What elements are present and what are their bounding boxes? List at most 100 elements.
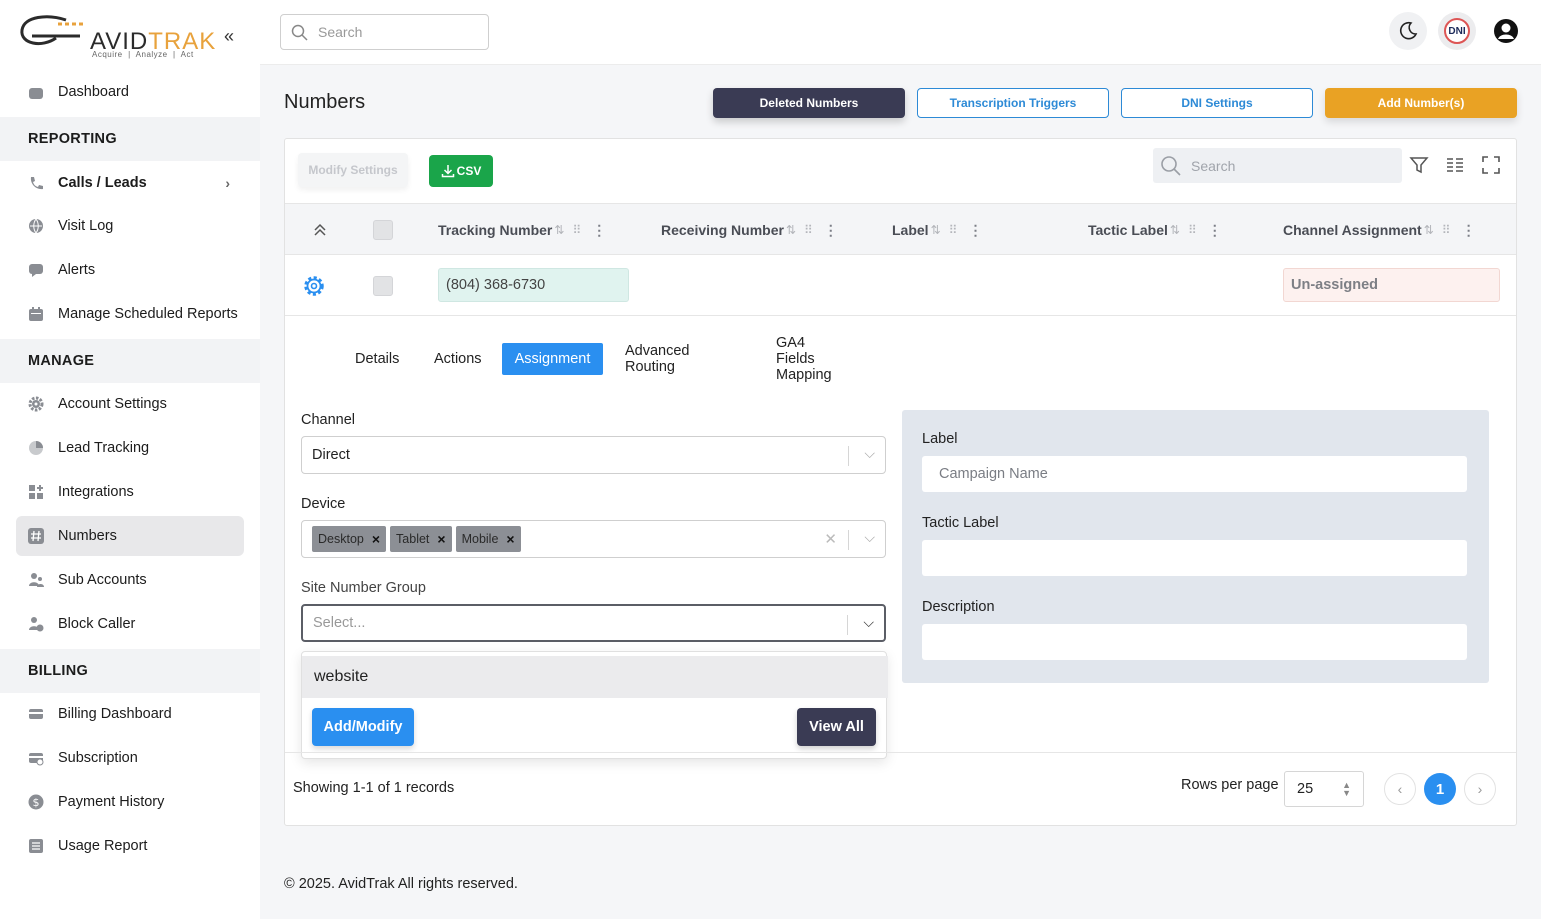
drag-handle-icon: ⠿: [804, 223, 813, 237]
sidebar-item-numbers[interactable]: Numbers: [16, 516, 244, 556]
top-bar: Search DNI: [260, 0, 1541, 65]
remove-chip-icon[interactable]: ×: [372, 531, 380, 547]
avidtrak-logo[interactable]: AVIDTRAK Acquire | Analyze | Act: [18, 10, 218, 62]
tab-ga4-fields-mapping[interactable]: GA4 Fields Mapping: [762, 335, 846, 383]
section-reporting: REPORTING: [0, 117, 260, 161]
column-tracking-number[interactable]: Tracking Number ⇅ ⠿ ⋮: [438, 204, 606, 256]
clear-icon[interactable]: ✕: [824, 530, 837, 548]
channel-assignment-cell[interactable]: Un-assigned: [1283, 268, 1500, 302]
tab-assignment[interactable]: Assignment: [502, 343, 603, 375]
add-modify-button[interactable]: Add/Modify: [312, 708, 414, 746]
home-icon: [28, 84, 44, 100]
column-menu-icon: ⋮: [592, 221, 607, 238]
device-chip-tablet: Tablet ×: [390, 526, 452, 552]
label-input-placeholder: Campaign Name: [939, 466, 1048, 482]
sidebar-item-label: Lead Tracking: [58, 440, 150, 456]
sidebar-item-subscription[interactable]: Subscription: [16, 738, 244, 778]
view-all-button[interactable]: View All: [797, 708, 876, 746]
column-menu-icon: ⋮: [1461, 221, 1476, 238]
device-label: Device: [301, 496, 346, 512]
column-receiving-number[interactable]: Receiving Number ⇅ ⠿ ⋮: [661, 204, 838, 256]
dni-button[interactable]: DNI: [1438, 12, 1476, 50]
logo-tagline: Acquire | Analyze | Act: [92, 50, 194, 59]
table-footer-divider: [285, 752, 1516, 753]
dollar-icon: $: [28, 794, 44, 810]
tracking-number-cell[interactable]: (804) 368-6730: [438, 268, 629, 302]
page-button-1[interactable]: 1: [1424, 773, 1456, 805]
table-header: Tracking Number ⇅ ⠿ ⋮ Receiving Number ⇅ ⠿ ⋮ L…: [285, 203, 1516, 255]
transcription-triggers-button[interactable]: Transcription Triggers: [917, 88, 1109, 118]
site-number-group-dropdown: website Add/Modify View All: [301, 651, 888, 759]
remove-chip-icon[interactable]: ×: [437, 531, 445, 547]
tab-advanced-routing[interactable]: Advanced Routing: [611, 343, 704, 375]
dni-settings-button[interactable]: DNI Settings: [1121, 88, 1313, 118]
sidebar-item-scheduled-reports[interactable]: Manage Scheduled Reports: [16, 294, 244, 334]
filter-icon[interactable]: [1408, 154, 1430, 176]
sidebar-item-label: Billing Dashboard: [58, 706, 172, 722]
csv-export-button[interactable]: CSV: [429, 155, 493, 187]
dropdown-option-website[interactable]: website: [302, 656, 888, 698]
sidebar-item-payment-history[interactable]: $ Payment History: [16, 782, 244, 822]
sidebar-item-block-caller[interactable]: Block Caller: [16, 604, 244, 644]
sidebar-item-integrations[interactable]: Integrations: [16, 472, 244, 512]
row-select-checkbox[interactable]: [373, 276, 393, 296]
sidebar-item-account-settings[interactable]: Account Settings: [16, 384, 244, 424]
add-numbers-button[interactable]: Add Number(s): [1325, 88, 1517, 118]
sort-icon: ⇅: [1423, 223, 1434, 237]
modify-settings-button[interactable]: Modify Settings: [298, 153, 408, 187]
chevron-right-icon: ›: [225, 175, 230, 191]
sidebar-item-visit-log[interactable]: Visit Log: [16, 206, 244, 246]
column-menu-icon: ⋮: [968, 221, 983, 238]
site-number-group-select[interactable]: Select... ⌵: [301, 604, 886, 642]
copyright-footer: © 2025. AvidTrak All rights reserved.: [284, 876, 518, 892]
tactic-label-input[interactable]: [922, 540, 1467, 576]
fullscreen-icon[interactable]: [1480, 154, 1502, 176]
sidebar-item-dashboard[interactable]: Dashboard: [16, 72, 244, 112]
sidebar-item-lead-tracking[interactable]: Lead Tracking: [16, 428, 244, 468]
sidebar: AVIDTRAK Acquire | Analyze | Act « Dashb…: [0, 0, 260, 919]
rows-per-page-select[interactable]: 25 ▲ ▼: [1284, 771, 1364, 807]
dark-mode-toggle[interactable]: [1389, 12, 1427, 50]
select-all-checkbox[interactable]: [373, 204, 393, 256]
pie-chart-icon: [28, 440, 44, 456]
section-billing: BILLING: [0, 649, 260, 693]
row-settings-gear-icon[interactable]: [303, 275, 325, 300]
column-menu-icon: ⋮: [823, 221, 838, 238]
tab-actions[interactable]: Actions: [420, 343, 496, 375]
table-search-placeholder: Search: [1191, 157, 1236, 174]
user-profile-button[interactable]: [1487, 12, 1525, 50]
label-title: Label: [922, 431, 958, 447]
columns-icon[interactable]: [1444, 154, 1466, 176]
collapse-sidebar-icon[interactable]: «: [224, 26, 234, 47]
sidebar-item-label: Calls / Leads: [58, 175, 147, 191]
collapse-all-icon[interactable]: [312, 204, 328, 256]
sidebar-item-label: Manage Scheduled Reports: [58, 306, 238, 322]
device-multiselect[interactable]: Desktop × Tablet × Mobile × ✕ ⌵: [301, 520, 886, 558]
global-search-input[interactable]: Search: [280, 14, 489, 50]
sidebar-item-usage-report[interactable]: Usage Report: [16, 826, 244, 866]
channel-label: Channel: [301, 412, 356, 428]
column-channel-assignment[interactable]: Channel Assignment ⇅ ⠿ ⋮: [1283, 204, 1476, 256]
sidebar-item-alerts[interactable]: Alerts: [16, 250, 244, 290]
sidebar-item-label: Payment History: [58, 794, 165, 810]
description-input[interactable]: [922, 624, 1467, 660]
prev-page-button[interactable]: ‹: [1384, 773, 1416, 805]
description-title: Description: [922, 599, 995, 615]
search-icon: [291, 24, 308, 41]
next-page-button[interactable]: ›: [1464, 773, 1496, 805]
tab-details[interactable]: Details: [341, 343, 413, 375]
deleted-numbers-button[interactable]: Deleted Numbers: [713, 88, 905, 118]
search-placeholder: Search: [318, 24, 363, 40]
drag-handle-icon: ⠿: [1441, 223, 1451, 237]
channel-value: Direct: [312, 447, 350, 463]
channel-select[interactable]: Direct ⌵: [301, 436, 886, 474]
table-search-input[interactable]: Search: [1153, 148, 1402, 183]
logo-mark-icon: [20, 15, 84, 46]
sidebar-item-billing-dashboard[interactable]: Billing Dashboard: [16, 694, 244, 734]
column-tactic-label[interactable]: Tactic Label ⇅ ⠿ ⋮: [1088, 204, 1222, 256]
remove-chip-icon[interactable]: ×: [506, 531, 514, 547]
column-label[interactable]: Label ⇅ ⠿ ⋮: [892, 204, 982, 256]
sidebar-item-sub-accounts[interactable]: Sub Accounts: [16, 560, 244, 600]
sidebar-item-calls-leads[interactable]: Calls / Leads ›: [16, 163, 244, 203]
label-input[interactable]: Campaign Name: [922, 456, 1467, 492]
